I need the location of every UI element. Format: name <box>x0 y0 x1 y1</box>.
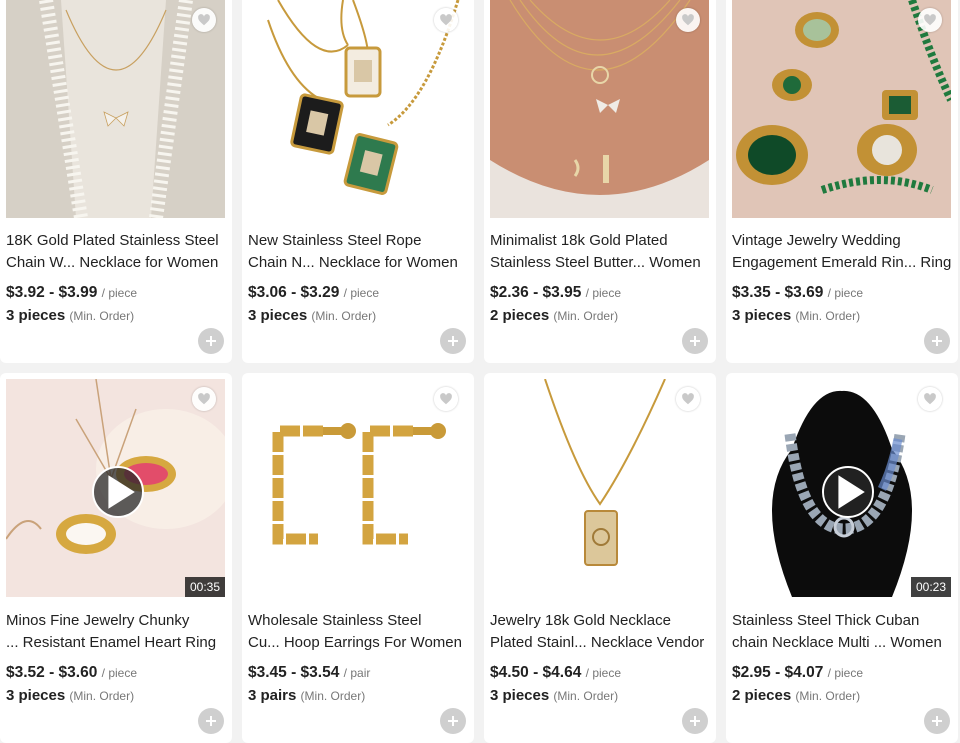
product-card[interactable]: Vintage Jewelry Wedding Engagement Emera… <box>726 0 958 363</box>
product-card[interactable]: 00:35 Minos Fine Jewelry Chunky ... Resi… <box>0 373 232 743</box>
plus-icon <box>932 336 942 346</box>
heart-icon <box>924 393 936 405</box>
favorite-button[interactable] <box>918 387 942 411</box>
product-card[interactable]: New Stainless Steel Rope Chain N... Neck… <box>242 0 474 363</box>
add-button[interactable] <box>198 328 224 354</box>
plus-icon <box>690 336 700 346</box>
favorite-button[interactable] <box>192 8 216 32</box>
product-image[interactable] <box>248 379 467 597</box>
product-grid: 18K Gold Plated Stainless Steel Chain W.… <box>0 0 960 743</box>
min-order: 3 pieces (Min. Order) <box>248 307 377 324</box>
video-duration: 00:35 <box>184 577 225 597</box>
product-price: $4.50 - $4.64 / piece <box>490 664 622 681</box>
product-image[interactable] <box>248 0 467 218</box>
product-image[interactable]: 00:35 <box>6 379 225 597</box>
product-card[interactable]: Wholesale Stainless Steel Cu... Hoop Ear… <box>242 373 474 743</box>
product-image[interactable]: 00:23 <box>732 379 951 597</box>
product-price: $3.92 - $3.99 / piece <box>6 284 138 301</box>
min-order: 2 pieces (Min. Order) <box>732 687 861 704</box>
add-button[interactable] <box>682 328 708 354</box>
video-duration: 00:23 <box>910 577 951 597</box>
plus-icon <box>206 716 216 726</box>
plus-icon <box>932 716 942 726</box>
product-price: $3.45 - $3.54 / pair <box>248 664 371 681</box>
product-title[interactable]: Minos Fine Jewelry Chunky ... Resistant … <box>6 610 228 654</box>
product-title[interactable]: New Stainless Steel Rope Chain N... Neck… <box>248 230 470 274</box>
play-icon <box>838 475 865 509</box>
min-order: 3 pieces (Min. Order) <box>732 307 861 324</box>
add-button[interactable] <box>440 328 466 354</box>
plus-icon <box>448 336 458 346</box>
heart-icon <box>440 393 452 405</box>
play-icon <box>108 475 135 509</box>
product-price: $2.36 - $3.95 / piece <box>490 284 622 301</box>
product-image[interactable] <box>6 0 225 218</box>
heart-icon <box>682 393 694 405</box>
favorite-button[interactable] <box>918 8 942 32</box>
plus-icon <box>690 716 700 726</box>
heart-icon <box>924 14 936 26</box>
product-title[interactable]: Jewelry 18k Gold Necklace Plated Stainl.… <box>490 610 712 654</box>
product-title[interactable]: Wholesale Stainless Steel Cu... Hoop Ear… <box>248 610 470 654</box>
product-card[interactable]: 18K Gold Plated Stainless Steel Chain W.… <box>0 0 232 363</box>
min-order: 2 pieces (Min. Order) <box>490 307 619 324</box>
product-image[interactable] <box>490 379 709 597</box>
favorite-button[interactable] <box>192 387 216 411</box>
product-card[interactable]: Jewelry 18k Gold Necklace Plated Stainl.… <box>484 373 716 743</box>
min-order: 3 pairs (Min. Order) <box>248 687 366 704</box>
play-button[interactable] <box>822 466 874 518</box>
favorite-button[interactable] <box>434 387 458 411</box>
product-title[interactable]: Vintage Jewelry Wedding Engagement Emera… <box>732 230 954 274</box>
favorite-button[interactable] <box>434 8 458 32</box>
heart-icon <box>440 14 452 26</box>
add-button[interactable] <box>440 708 466 734</box>
favorite-button[interactable] <box>676 387 700 411</box>
product-title[interactable]: 18K Gold Plated Stainless Steel Chain W.… <box>6 230 228 274</box>
product-card[interactable]: Minimalist 18k Gold Plated Stainless Ste… <box>484 0 716 363</box>
product-price: $2.95 - $4.07 / piece <box>732 664 864 681</box>
product-title[interactable]: Stainless Steel Thick Cuban chain Neckla… <box>732 610 954 654</box>
heart-icon <box>682 14 694 26</box>
plus-icon <box>206 336 216 346</box>
heart-icon <box>198 14 210 26</box>
product-image[interactable] <box>732 0 951 218</box>
product-price: $3.35 - $3.69 / piece <box>732 284 864 301</box>
min-order: 3 pieces (Min. Order) <box>6 687 135 704</box>
product-title[interactable]: Minimalist 18k Gold Plated Stainless Ste… <box>490 230 712 274</box>
product-image[interactable] <box>490 0 709 218</box>
min-order: 3 pieces (Min. Order) <box>490 687 619 704</box>
add-button[interactable] <box>682 708 708 734</box>
product-price: $3.06 - $3.29 / piece <box>248 284 380 301</box>
add-button[interactable] <box>924 328 950 354</box>
add-button[interactable] <box>198 708 224 734</box>
product-card[interactable]: 00:23 Stainless Steel Thick Cuban chain … <box>726 373 958 743</box>
add-button[interactable] <box>924 708 950 734</box>
plus-icon <box>448 716 458 726</box>
product-price: $3.52 - $3.60 / piece <box>6 664 138 681</box>
favorite-button[interactable] <box>676 8 700 32</box>
heart-icon <box>198 393 210 405</box>
min-order: 3 pieces (Min. Order) <box>6 307 135 324</box>
play-button[interactable] <box>92 466 144 518</box>
